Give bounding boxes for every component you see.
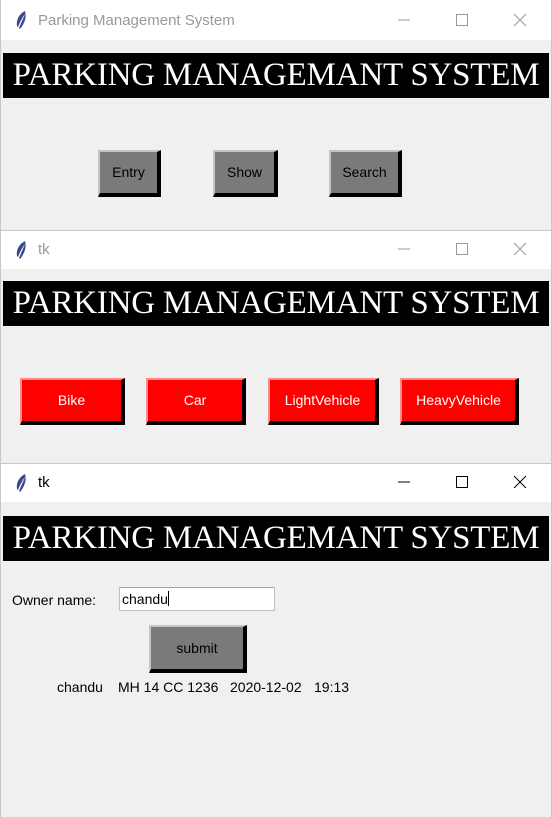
text-caret bbox=[167, 591, 169, 606]
close-icon bbox=[513, 13, 527, 27]
minimize-button[interactable] bbox=[381, 464, 427, 502]
minimize-button[interactable] bbox=[381, 0, 427, 40]
owner-name-value: chandu bbox=[122, 591, 168, 607]
result-date: 2020-12-02 bbox=[230, 679, 302, 695]
minimize-icon bbox=[398, 481, 410, 483]
minimize-icon bbox=[398, 248, 410, 250]
maximize-button[interactable] bbox=[439, 464, 485, 502]
title-bar[interactable]: tk bbox=[1, 464, 551, 502]
maximize-icon bbox=[456, 14, 468, 26]
minimize-button[interactable] bbox=[381, 231, 427, 269]
owner-name-label: Owner name: bbox=[12, 592, 97, 608]
bike-button[interactable]: Bike bbox=[20, 378, 125, 425]
search-button[interactable]: Search bbox=[329, 150, 402, 197]
result-owner: chandu bbox=[57, 679, 103, 695]
close-button[interactable] bbox=[497, 464, 543, 502]
title-bar[interactable]: Parking Management System bbox=[1, 0, 551, 40]
app-banner: PARKING MANAGEMANT SYSTEM bbox=[3, 516, 549, 561]
maximize-button[interactable] bbox=[439, 231, 485, 269]
window-title: tk bbox=[38, 241, 50, 258]
close-icon bbox=[513, 475, 527, 489]
maximize-icon bbox=[456, 243, 468, 255]
close-button[interactable] bbox=[497, 231, 543, 269]
light-vehicle-button[interactable]: LightVehicle bbox=[268, 378, 379, 425]
app-banner: PARKING MANAGEMANT SYSTEM bbox=[3, 53, 549, 98]
main-window: Parking Management System PARKING MANAGE… bbox=[0, 0, 552, 230]
window-title: Parking Management System bbox=[38, 12, 235, 29]
submit-button[interactable]: submit bbox=[149, 625, 247, 673]
close-icon bbox=[513, 242, 527, 256]
car-button[interactable]: Car bbox=[146, 378, 246, 425]
result-time: 19:13 bbox=[314, 679, 350, 695]
entry-button[interactable]: Entry bbox=[98, 150, 161, 197]
entry-window: tk PARKING MANAGEMANT SYSTEM Owner name:… bbox=[0, 463, 552, 817]
owner-name-input[interactable]: chandu bbox=[119, 587, 275, 611]
minimize-icon bbox=[398, 19, 410, 21]
feather-icon bbox=[16, 11, 26, 29]
maximize-button[interactable] bbox=[439, 0, 485, 40]
maximize-icon bbox=[456, 476, 468, 488]
app-banner: PARKING MANAGEMANT SYSTEM bbox=[3, 281, 549, 326]
result-vehicle-number: MH 14 CC 1236 bbox=[118, 679, 219, 695]
show-button[interactable]: Show bbox=[213, 150, 278, 197]
window-title: tk bbox=[38, 474, 50, 491]
heavy-vehicle-button[interactable]: HeavyVehicle bbox=[400, 378, 519, 425]
feather-icon bbox=[16, 241, 26, 259]
close-button[interactable] bbox=[497, 0, 543, 40]
vehicle-type-window: tk PARKING MANAGEMANT SYSTEM Bike Car Li… bbox=[0, 230, 552, 463]
feather-icon bbox=[16, 474, 26, 492]
title-bar[interactable]: tk bbox=[1, 231, 551, 269]
